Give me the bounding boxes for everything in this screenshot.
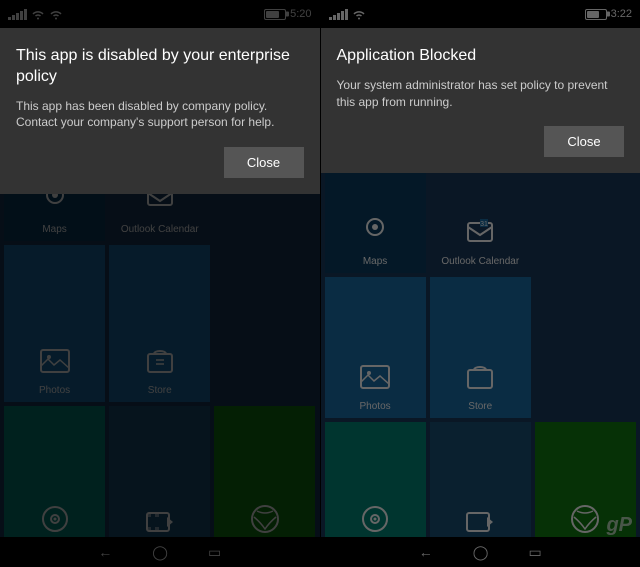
dialog-buttons-2: Close xyxy=(337,126,625,157)
close-button-1[interactable]: Close xyxy=(224,147,304,178)
close-button-2[interactable]: Close xyxy=(544,126,624,157)
dialog-2: Application Blocked Your system administ… xyxy=(321,28,640,173)
phone-screen-2: 3:22 People Cortana Maps xyxy=(321,0,640,567)
dialog-overlay-2: Application Blocked Your system administ… xyxy=(321,0,640,567)
dialog-1: This app is disabled by your enterprise … xyxy=(0,28,320,194)
dialog-title-1: This app is disabled by your enterprise … xyxy=(16,46,304,88)
dialog-overlay-1: This app is disabled by your enterprise … xyxy=(0,0,320,567)
dialog-body-2: Your system administrator has set policy… xyxy=(337,77,625,111)
phone-screen-1: 5:20 Maps 31 Outlook Cal xyxy=(0,0,320,567)
dialog-body-1: This app has been disabled by company po… xyxy=(16,98,304,132)
dialog-title-2: Application Blocked xyxy=(337,46,625,67)
dialog-buttons-1: Close xyxy=(16,147,304,178)
